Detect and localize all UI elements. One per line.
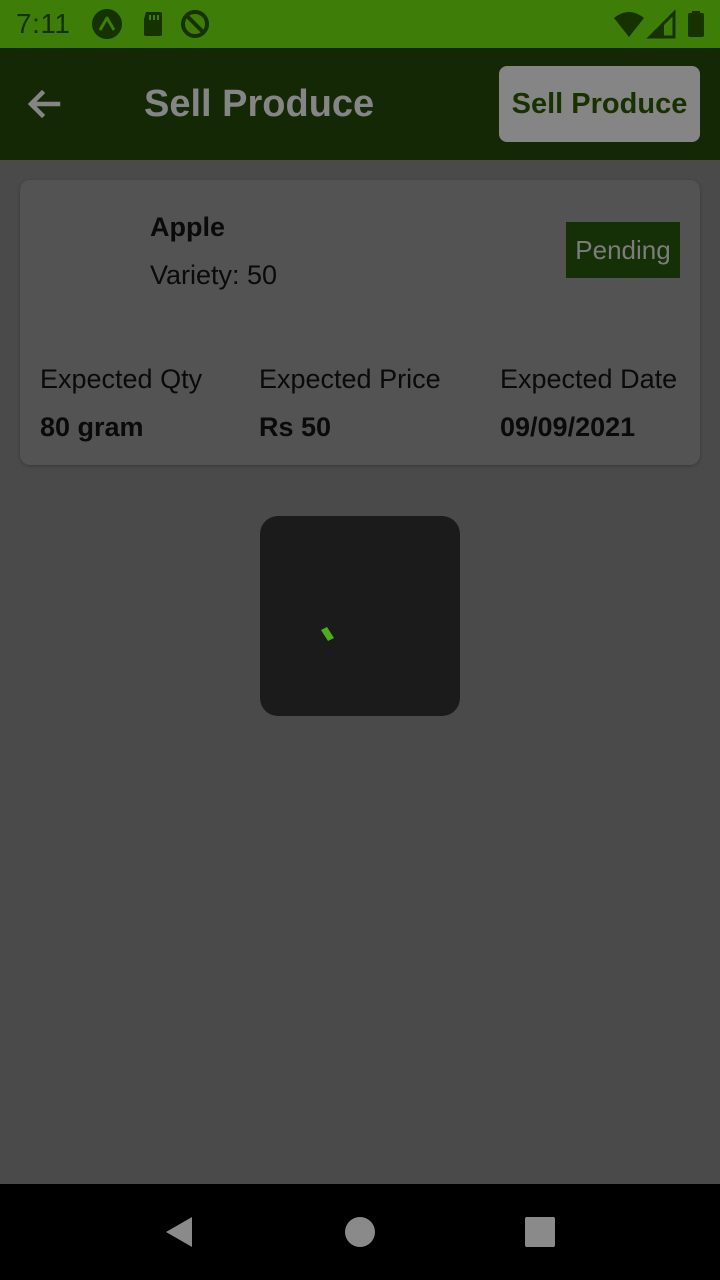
nav-recents-button[interactable] — [516, 1208, 564, 1256]
produce-card[interactable]: Apple Variety: 50 Pending Expected Qty 8… — [20, 180, 700, 465]
expected-qty-value: 80 gram — [40, 412, 144, 442]
produce-variety: Variety: 50 — [150, 260, 278, 290]
status-time: 7:11 — [16, 8, 71, 39]
expected-price-value: Rs 50 — [259, 412, 332, 442]
nav-home-icon — [345, 1217, 375, 1247]
nav-recents-icon — [525, 1217, 555, 1247]
nav-back-button[interactable] — [156, 1208, 204, 1256]
status-bar: 7:11 — [0, 0, 720, 48]
back-button[interactable] — [20, 80, 68, 128]
page-title: Sell Produce — [144, 83, 375, 125]
battery-icon — [680, 8, 712, 40]
app-bar: Sell Produce Sell Produce — [0, 48, 720, 160]
loading-dialog — [260, 516, 460, 716]
produce-name: Apple — [150, 212, 226, 242]
expected-date-label: Expected Date — [500, 364, 678, 394]
expected-qty-label: Expected Qty — [40, 364, 203, 394]
arrow-back-icon — [27, 89, 61, 119]
sd-card-icon — [137, 8, 169, 40]
expo-icon — [91, 8, 123, 40]
expected-price: Expected Price Rs 50 — [259, 362, 441, 444]
expected-date-value: 09/09/2021 — [500, 412, 636, 442]
expected-date: Expected Date 09/09/2021 — [500, 362, 677, 444]
nav-home-button[interactable] — [336, 1208, 384, 1256]
nav-back-icon — [166, 1217, 192, 1247]
do-not-disturb-icon — [179, 8, 211, 40]
navigation-bar — [0, 1184, 720, 1280]
cellular-signal-icon — [646, 8, 678, 40]
wifi-icon — [613, 8, 645, 40]
expected-price-label: Expected Price — [259, 364, 441, 394]
expected-qty: Expected Qty 80 gram — [40, 362, 202, 444]
loading-spinner-icon — [320, 626, 336, 642]
sell-produce-button[interactable]: Sell Produce — [499, 66, 700, 142]
status-badge: Pending — [566, 222, 680, 278]
